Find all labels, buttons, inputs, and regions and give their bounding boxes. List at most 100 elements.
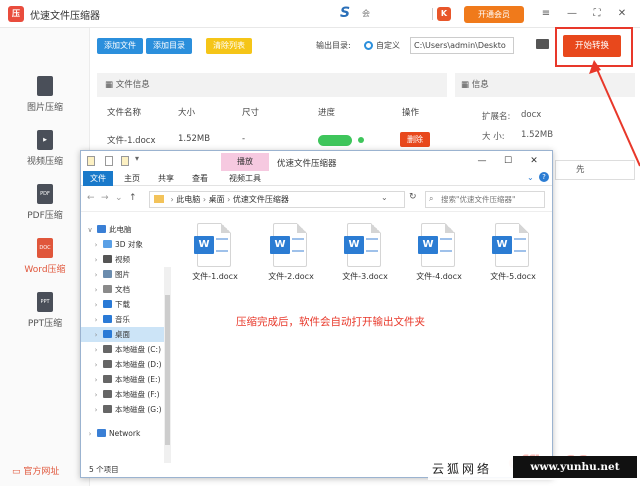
tree-item[interactable]: › 本地磁盘 (E:)	[81, 372, 171, 387]
tree-item[interactable]: › 本地磁盘 (C:)	[81, 342, 171, 357]
delete-button[interactable]: 删除	[400, 132, 430, 147]
custom-radio[interactable]	[364, 41, 373, 50]
tree-item[interactable]: › 3D 对象	[81, 237, 171, 252]
expand-chevron-icon[interactable]: ›	[89, 388, 103, 403]
expand-chevron-icon[interactable]: ›	[89, 343, 103, 358]
add-folder-button[interactable]: 添加目录	[146, 38, 192, 54]
newfolder-quick-icon[interactable]	[121, 156, 129, 166]
expand-chevron-icon[interactable]: ›	[89, 358, 103, 373]
file-item[interactable]: W 文件-2.docx	[263, 223, 319, 297]
add-file-button[interactable]: 添加文件	[97, 38, 143, 54]
forward-icon[interactable]: →	[101, 193, 109, 203]
maximize-icon[interactable]: ⛶	[589, 6, 605, 22]
sidebar-item-pdf[interactable]: PDF PDF压缩	[0, 184, 90, 221]
tree-item-label: 音乐	[115, 315, 130, 324]
tree-item[interactable]: › 桌面	[81, 327, 171, 342]
folder-icon[interactable]	[536, 39, 549, 49]
user-text[interactable]: 会	[362, 8, 370, 19]
address-input[interactable]: › 此电脑 › 桌面 › 优速文件压缩器	[149, 191, 405, 208]
tree-folder-icon	[103, 240, 112, 248]
explorer-maximize-icon[interactable]: ☐	[499, 153, 517, 169]
properties-quick-icon[interactable]	[105, 156, 113, 166]
back-icon[interactable]: ←	[87, 193, 95, 203]
crumb-folder[interactable]: 优速文件压缩器	[233, 195, 289, 204]
tree-scroll-thumb[interactable]	[165, 295, 170, 445]
recent-icon[interactable]: ⌄	[115, 193, 123, 203]
clear-list-button[interactable]: 清除列表	[206, 38, 252, 54]
file-item[interactable]: W 文件-4.docx	[411, 223, 467, 297]
tree-item[interactable]: › Network	[81, 426, 171, 441]
expand-chevron-icon[interactable]: ›	[89, 328, 103, 343]
tree-item[interactable]: › 音乐	[81, 312, 171, 327]
vip-button[interactable]: 开通会员	[464, 6, 524, 23]
file-item[interactable]: W 文件-5.docx	[485, 223, 541, 297]
refresh-icon[interactable]: ↻	[409, 192, 417, 202]
tree-item[interactable]: › 本地磁盘 (F:)	[81, 387, 171, 402]
sidebar-item-word[interactable]: DOC Word压缩	[0, 238, 90, 275]
expand-chevron-icon[interactable]: ›	[89, 238, 103, 253]
explorer-close-icon[interactable]: ✕	[525, 153, 543, 169]
word-doc-icon: W	[418, 223, 455, 267]
tree-item[interactable]: › 视频	[81, 252, 171, 267]
expand-chevron-icon[interactable]: ∨	[83, 223, 97, 238]
ribbon-tab-file[interactable]: 文件	[83, 171, 113, 186]
tree-item[interactable]: › 文档	[81, 282, 171, 297]
output-dir-label: 输出目录:	[316, 41, 351, 50]
ribbon-tab-view[interactable]: 查看	[185, 171, 215, 186]
account-icon[interactable]: K	[437, 7, 451, 21]
expand-chevron-icon[interactable]: ›	[89, 253, 103, 268]
menu-icon[interactable]: ≡	[538, 6, 554, 22]
ribbon-tab-video-tools[interactable]: 视频工具	[221, 171, 269, 186]
site-watermark-cn: 云狐网络	[432, 462, 493, 476]
tree-item[interactable]: › 下载	[81, 297, 171, 312]
file-item[interactable]: W 文件-3.docx	[337, 223, 393, 297]
tree-item[interactable]: ∨ 此电脑	[81, 222, 171, 237]
ribbon-expand-icon[interactable]: ⌄	[527, 173, 534, 182]
tree-item[interactable]: › 本地磁盘 (D:)	[81, 357, 171, 372]
explorer-minimize-icon[interactable]: —	[473, 153, 491, 169]
crumb-desktop[interactable]: 桌面	[209, 195, 225, 204]
expand-chevron-icon[interactable]: ›	[89, 268, 103, 283]
search-input[interactable]: 搜索"优速文件压缩器"	[425, 191, 545, 208]
close-icon[interactable]: ✕	[614, 6, 630, 22]
done-dot	[358, 137, 364, 143]
ribbon-tab-share[interactable]: 共享	[151, 171, 181, 186]
expand-chevron-icon[interactable]: ›	[89, 298, 103, 313]
sidebar-item-video[interactable]: ▶ 视频压缩	[0, 130, 90, 167]
expand-chevron-icon[interactable]: ›	[89, 373, 103, 388]
file-name: 文件-1.docx	[192, 272, 238, 281]
sidebar-item-image[interactable]: 图片压缩	[0, 76, 90, 113]
row-dims: -	[242, 134, 246, 144]
file-name: 文件-4.docx	[416, 272, 462, 281]
custom-radio-label[interactable]: 自定义	[376, 40, 400, 51]
address-dropdown-icon[interactable]: ⌄	[381, 193, 388, 202]
up-icon[interactable]: ↑	[129, 193, 137, 203]
sidebar-item-label: Word压缩	[24, 265, 66, 275]
doc-fold	[445, 223, 455, 233]
crumb-this-pc[interactable]: 此电脑	[176, 195, 200, 204]
tree-item[interactable]: › 本地磁盘 (G:)	[81, 402, 171, 417]
ribbon-tab-home[interactable]: 主页	[117, 171, 147, 186]
doc-lines	[514, 238, 526, 252]
qa-dropdown-icon[interactable]: ▾	[135, 154, 139, 163]
file-item[interactable]: W 文件-1.docx	[187, 223, 243, 297]
expand-chevron-icon[interactable]: ›	[83, 427, 97, 442]
tree-item-label: 桌面	[115, 330, 130, 339]
context-tab-play[interactable]: 播放	[221, 153, 269, 171]
word-w-badge: W	[194, 236, 214, 254]
tree-folder-icon	[97, 429, 106, 437]
tree-item-label: 3D 对象	[115, 240, 143, 249]
official-site-link[interactable]: ▭ 官方网址	[12, 464, 59, 477]
expand-chevron-icon[interactable]: ›	[89, 313, 103, 328]
sidebar-item-label: PDF压缩	[27, 211, 63, 221]
expand-chevron-icon[interactable]: ›	[89, 403, 103, 418]
tree-item[interactable]: › 图片	[81, 267, 171, 282]
file-name: 文件-2.docx	[268, 272, 314, 281]
start-convert-button[interactable]: 开始转换	[563, 35, 621, 57]
expand-chevron-icon[interactable]: ›	[89, 283, 103, 298]
sidebar-item-ppt[interactable]: PPT PPT压缩	[0, 292, 90, 329]
help-icon[interactable]: ?	[539, 172, 549, 182]
partial-dropdown[interactable]: 先	[555, 160, 635, 180]
minimize-icon[interactable]: —	[564, 6, 580, 22]
output-path-input[interactable]: C:\Users\admin\Deskto	[410, 37, 514, 54]
